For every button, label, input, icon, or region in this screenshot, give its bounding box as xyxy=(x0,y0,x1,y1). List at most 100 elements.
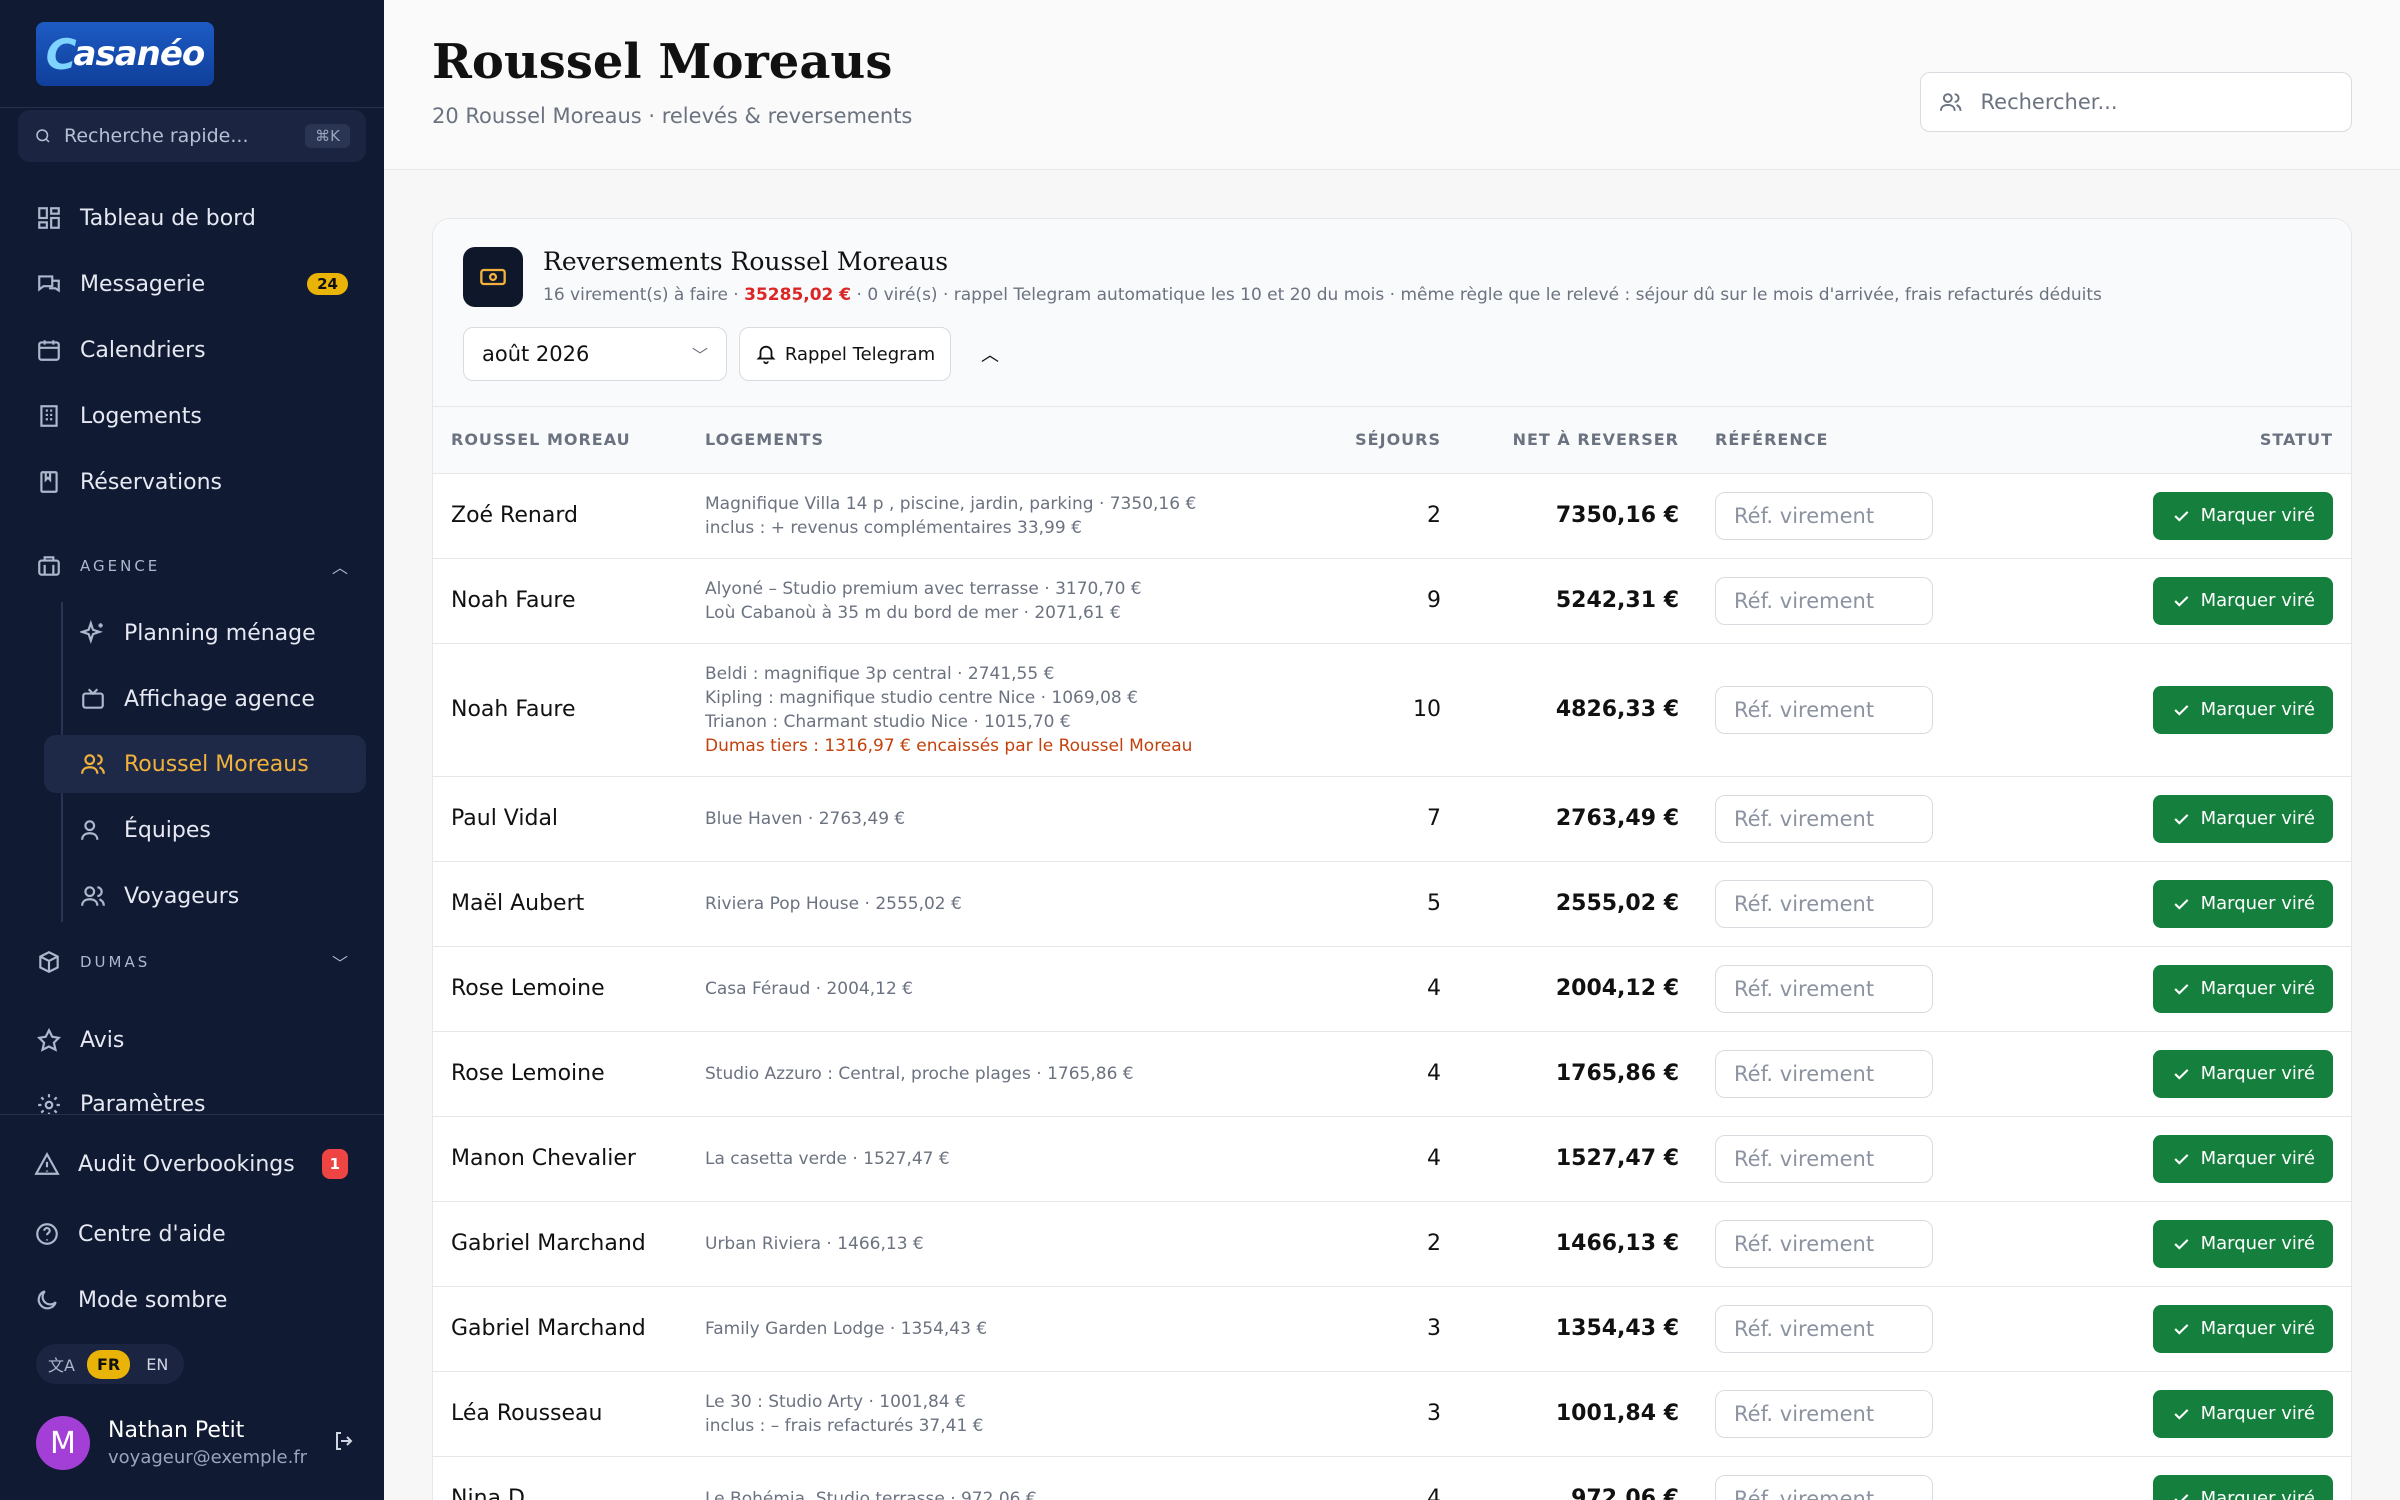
section-agence[interactable]: AGENCE ︿ xyxy=(36,546,348,586)
mark-transferred-button[interactable]: Marquer viré xyxy=(2152,576,2333,625)
mark-transferred-button[interactable]: Marquer viré xyxy=(2152,879,2333,928)
owner-name: Gabriel Marchand xyxy=(433,1201,705,1287)
check-icon xyxy=(2174,898,2188,910)
sidebar-item-avis[interactable]: Avis xyxy=(36,1012,348,1068)
sidebar-item-roussel-moreaus[interactable]: Roussel Moreaus xyxy=(44,735,366,793)
search-input[interactable] xyxy=(1980,90,2333,114)
table-row: Paul Vidal Blue Haven · 2763,49 € 7 2763,49… xyxy=(433,776,2351,862)
col-header-name[interactable]: ROUSSEL MOREAU xyxy=(433,407,705,474)
transfer-reference-input[interactable] xyxy=(1715,964,1933,1013)
month-select[interactable]: août 2026 ﹀ xyxy=(463,327,727,381)
lang-en-button[interactable]: EN xyxy=(136,1350,178,1379)
table-row: Noah Faure Beldi : magnifique 3p central … xyxy=(433,643,2351,777)
check-icon xyxy=(2174,1238,2188,1250)
table-row: Rose Lemoine Studio Azzuro : Central, pro… xyxy=(433,1031,2351,1117)
search-icon xyxy=(36,129,50,143)
card-header: Reversements Roussel Moreaus 16 virement… xyxy=(433,219,2351,407)
logements-cell: Studio Azzuro : Central, proche plages ·… xyxy=(705,1031,1305,1117)
reference-cell xyxy=(1679,1116,1999,1202)
lang-fr-button[interactable]: FR xyxy=(86,1349,131,1379)
logement-line: Family Garden Lodge · 1354,43 € xyxy=(705,1318,988,1339)
col-header-statut[interactable]: STATUT xyxy=(1999,407,2351,474)
logement-line: Studio Azzuro : Central, proche plages ·… xyxy=(705,1063,1134,1084)
transfer-reference-input[interactable] xyxy=(1715,1219,1933,1268)
transfer-reference-input[interactable] xyxy=(1715,576,1933,625)
sidebar-item-dashboard[interactable]: Tableau de bord xyxy=(36,190,348,246)
sidebar-item-audit[interactable]: Audit Overbookings 1 xyxy=(34,1136,348,1192)
status-cell: Marquer viré xyxy=(1999,1371,2351,1457)
sidebar-item-messagerie[interactable]: Messagerie 24 xyxy=(36,256,348,312)
telegram-reminder-button[interactable]: Rappel Telegram xyxy=(739,327,951,381)
mark-transferred-button[interactable]: Marquer viré xyxy=(2152,1134,2333,1183)
button-label: Marquer viré xyxy=(2200,1148,2315,1169)
mark-transferred-button[interactable]: Marquer viré xyxy=(2152,794,2333,843)
net-amount: 2555,02 € xyxy=(1441,861,1679,947)
sparkles-icon xyxy=(78,619,106,646)
net-amount: 972,06 € xyxy=(1441,1456,1679,1500)
travelers-icon xyxy=(80,883,106,909)
sidebar-item-voyageurs[interactable]: Voyageurs xyxy=(44,867,366,925)
col-header-net[interactable]: NET À REVERSER xyxy=(1441,407,1679,474)
transfer-reference-input[interactable] xyxy=(1715,1049,1933,1098)
transfer-reference-input[interactable] xyxy=(1715,794,1933,843)
moon-icon xyxy=(34,1287,60,1313)
col-header-logements[interactable]: LOGEMENTS xyxy=(705,407,1305,474)
logement-line: inclus : – frais refacturés 37,41 € xyxy=(705,1415,984,1436)
mark-transferred-button[interactable]: Marquer viré xyxy=(2152,1049,2333,1098)
col-header-sejours[interactable]: SÉJOURS xyxy=(1305,407,1441,474)
table-header-row: ROUSSEL MOREAU LOGEMENTS SÉJOURS NET À R… xyxy=(433,407,2351,474)
sidebar-item-equipes[interactable]: Équipes xyxy=(44,801,366,859)
sidebar-item-label: Affichage agence xyxy=(124,686,315,712)
quick-search[interactable]: Recherche rapide... ⌘K xyxy=(18,110,366,162)
collapse-icon[interactable]: ︿ xyxy=(973,337,1007,371)
mark-transferred-button[interactable]: Marquer viré xyxy=(2152,1389,2333,1438)
sidebar-item-parametres[interactable]: Paramètres xyxy=(36,1078,348,1114)
dark-mode-toggle[interactable]: Mode sombre xyxy=(34,1272,346,1328)
mark-transferred-button[interactable]: Marquer viré xyxy=(2152,964,2333,1013)
col-header-reference[interactable]: RÉFÉRENCE xyxy=(1679,407,1999,474)
card-title: Reversements Roussel Moreaus xyxy=(543,247,949,276)
transfer-reference-input[interactable] xyxy=(1715,1474,1933,1500)
logement-line: Loù Cabanoù à 35 m du bord de mer · 2071… xyxy=(705,602,1121,623)
net-amount: 5242,31 € xyxy=(1441,558,1679,644)
page-title: Roussel Moreaus xyxy=(432,34,893,90)
reference-cell xyxy=(1679,643,1999,777)
transfer-reference-input[interactable] xyxy=(1715,1389,1933,1438)
logement-line: La casetta verde · 1527,47 € xyxy=(705,1148,950,1169)
net-amount: 1765,86 € xyxy=(1441,1031,1679,1117)
transfer-reference-input[interactable] xyxy=(1715,1304,1933,1353)
sidebar-item-reservations[interactable]: Réservations xyxy=(36,454,348,510)
sidebar-item-label: Planning ménage xyxy=(124,620,316,646)
avatar[interactable]: M xyxy=(36,1416,90,1470)
check-icon xyxy=(2174,595,2188,607)
sidebar-item-logements[interactable]: Logements xyxy=(36,388,348,444)
logements-cell: Urban Riviera · 1466,13 € xyxy=(705,1201,1305,1287)
reference-cell xyxy=(1679,1031,1999,1117)
mark-transferred-button[interactable]: Marquer viré xyxy=(2152,1474,2333,1500)
sidebar-item-planning-menage[interactable]: Planning ménage xyxy=(44,604,366,662)
section-dumas[interactable]: DUMAS ﹀ xyxy=(36,942,348,982)
transfer-reference-input[interactable] xyxy=(1715,1134,1933,1183)
transfer-reference-input[interactable] xyxy=(1715,879,1933,928)
status-cell: Marquer viré xyxy=(1999,1456,2351,1500)
transfer-reference-input[interactable] xyxy=(1715,491,1933,540)
table-row: Nina D... Le Bohémia, Studio terrasse · 9… xyxy=(433,1456,2351,1500)
sidebar-item-help[interactable]: Centre d'aide xyxy=(34,1206,346,1262)
mark-transferred-button[interactable]: Marquer viré xyxy=(2152,491,2333,540)
app-logo[interactable]: Casanéo xyxy=(36,22,214,86)
logout-icon[interactable] xyxy=(332,1429,356,1457)
status-cell: Marquer viré xyxy=(1999,473,2351,559)
sidebar-item-label: Logements xyxy=(80,403,202,429)
mark-transferred-button[interactable]: Marquer viré xyxy=(2152,685,2333,734)
transfer-reference-input[interactable] xyxy=(1715,685,1933,734)
mark-transferred-button[interactable]: Marquer viré xyxy=(2152,1219,2333,1268)
table-row: Noah Faure Alyoné – Studio premium avec t… xyxy=(433,558,2351,644)
sejours-count: 4 xyxy=(1305,1031,1441,1117)
sidebar-item-calendriers[interactable]: Calendriers xyxy=(36,322,348,378)
button-label: Marquer viré xyxy=(2200,893,2315,914)
sejours-count: 4 xyxy=(1305,946,1441,1032)
check-icon xyxy=(2174,510,2188,522)
sejours-count: 5 xyxy=(1305,861,1441,947)
mark-transferred-button[interactable]: Marquer viré xyxy=(2152,1304,2333,1353)
sidebar-item-affichage-agence[interactable]: Affichage agence xyxy=(44,670,366,728)
